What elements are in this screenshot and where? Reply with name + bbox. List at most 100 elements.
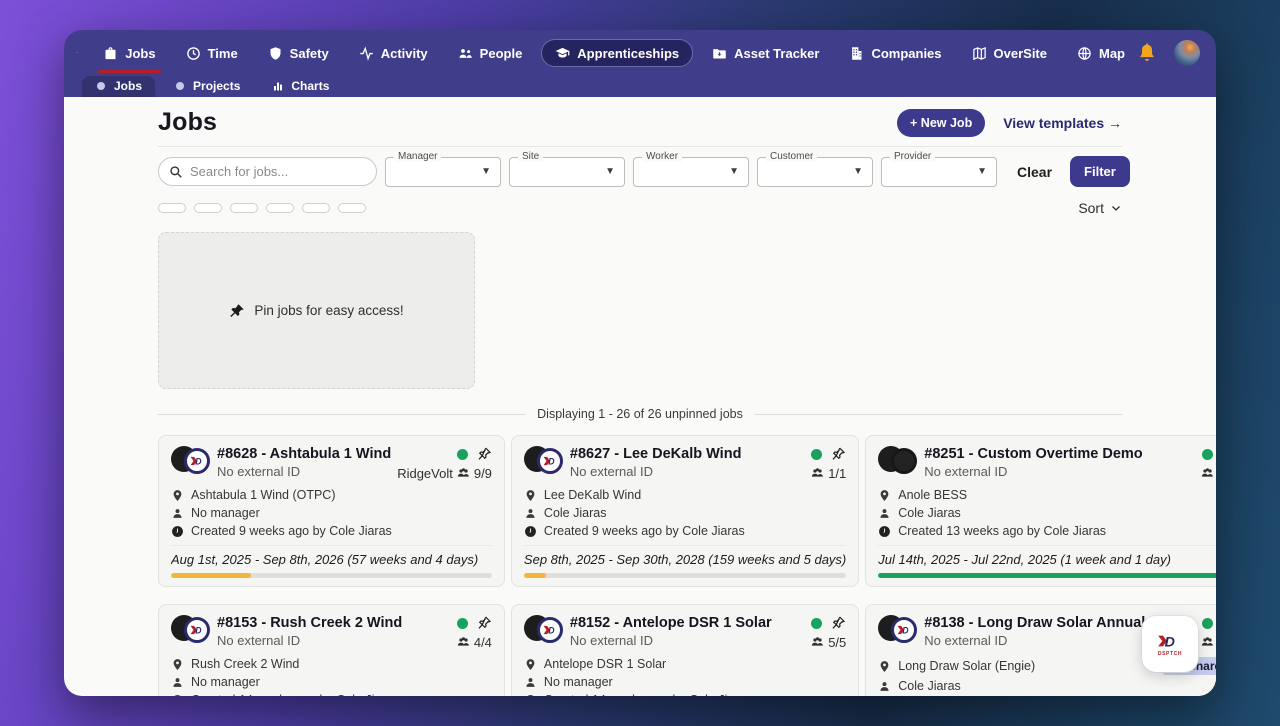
job-manager-row: No manager: [524, 675, 846, 689]
manager-icon: [878, 680, 891, 693]
nav-tab-icon: [268, 46, 283, 61]
widget-label: DSPTCH: [1157, 650, 1183, 657]
pushpin-icon: [229, 303, 245, 319]
crew-icon: [1200, 635, 1215, 650]
nav-tab[interactable]: Asset Tracker: [701, 30, 830, 76]
pin-jobs-area: Pin jobs for easy access!: [158, 232, 475, 389]
user-avatar[interactable]: [1174, 40, 1200, 66]
dispatch-widget-button[interactable]: D DSPTCH: [1142, 616, 1198, 672]
job-created-row: Created 9 weeks ago by Cole Jiaras: [524, 524, 846, 538]
status-pill[interactable]: [194, 203, 222, 213]
pin-job-icon[interactable]: [476, 615, 492, 631]
nav-tab[interactable]: Map: [1066, 30, 1136, 76]
job-card[interactable]: D #8153 - Rush Creek 2 Wind No external …: [158, 604, 505, 696]
job-card[interactable]: D #8627 - Lee DeKalb Wind No external ID: [510, 435, 860, 587]
subnav-item[interactable]: Jobs: [82, 76, 156, 97]
subnav-item[interactable]: Projects: [161, 76, 253, 97]
filter-button[interactable]: Filter: [1070, 156, 1130, 187]
pin-job-icon[interactable]: [830, 446, 846, 462]
search-input[interactable]: [190, 164, 366, 179]
manager-icon: [524, 507, 537, 520]
nav-tab-icon: [458, 46, 473, 61]
filter-dropdown[interactable]: Manager ▼: [385, 150, 501, 187]
dispatch-avatar-icon: D: [184, 617, 210, 643]
new-job-button[interactable]: + New Job: [897, 108, 986, 137]
job-title: #8251 - Custom Overtime Demo: [924, 446, 1143, 462]
dispatch-avatar-icon: [891, 448, 918, 474]
job-site: Lee DeKalb Wind: [543, 488, 642, 502]
nav-tab-label: Companies: [871, 45, 942, 61]
nav-tab[interactable]: People: [447, 30, 534, 76]
job-site: Rush Creek 2 Wind: [191, 657, 300, 671]
status-pill[interactable]: [302, 203, 330, 213]
chevron-down-icon: ▼: [729, 166, 739, 177]
svg-text:D: D: [903, 626, 910, 636]
job-site: Ashtabula 1 Wind (OTPC): [191, 488, 336, 502]
svg-text:D: D: [548, 626, 555, 636]
job-site-row: Antelope DSR 1 Solar: [524, 657, 846, 671]
job-date-range: Jul 14th, 2025 - Jul 22nd, 2025 (1 week …: [878, 552, 1171, 567]
nav-right: [1136, 40, 1200, 66]
nav-tab-label: Activity: [380, 45, 428, 61]
job-card[interactable]: D #8152 - Antelope DSR 1 Solar No extern…: [510, 604, 860, 696]
dispatch-avatar-icon: D: [184, 448, 210, 474]
status-pill[interactable]: [230, 203, 258, 213]
subnav-item-label: Projects: [193, 79, 241, 93]
filter-dropdown[interactable]: Worker ▼: [633, 150, 749, 187]
pin-job-icon[interactable]: [476, 446, 492, 462]
job-created-row: Created 13 weeks ago by Cole Jiaras: [878, 524, 1216, 538]
status-dot: [1201, 617, 1213, 629]
nav-tab[interactable]: Safety: [257, 30, 340, 76]
dispatch-logo-icon[interactable]: D: [76, 38, 78, 68]
crew-count: 9/9: [473, 466, 492, 481]
job-manager: No manager: [191, 506, 260, 520]
job-avatar: D: [171, 615, 211, 643]
nav-tab-label: Jobs: [125, 45, 156, 61]
svg-text:D: D: [1165, 634, 1175, 650]
filter-dropdown[interactable]: Provider ▼: [881, 150, 997, 187]
nav-tab[interactable]: Jobs: [92, 30, 166, 76]
filter-dropdown[interactable]: Site ▼: [509, 150, 625, 187]
filter-dropdowns: Manager ▼ Site ▼ Worker ▼ Customer ▼ Pro…: [385, 150, 997, 187]
list-divider: Displaying 1 - 26 of 26 unpinned jobs: [158, 407, 1123, 421]
title-row: Jobs + New Job View templates →: [158, 108, 1122, 137]
location-icon: [524, 489, 537, 502]
nav-tab-icon: [712, 46, 727, 61]
status-pills: [158, 203, 1078, 213]
job-card[interactable]: D #8628 - Ashtabula 1 Wind No external I…: [158, 435, 505, 587]
nav-tab-icon: [103, 46, 118, 61]
subnav-item[interactable]: Charts: [259, 76, 342, 97]
filter-row: Manager ▼ Site ▼ Worker ▼ Customer ▼ Pro…: [158, 150, 1130, 187]
status-dot: [456, 448, 468, 460]
clear-button[interactable]: Clear: [1017, 164, 1052, 180]
sort-label: Sort: [1078, 200, 1104, 216]
nav-tab[interactable]: Apprenticeships: [541, 39, 694, 67]
nav-tab[interactable]: Companies: [838, 30, 952, 76]
dropdown-label: Provider: [890, 150, 936, 162]
job-created-row: Created 14 weeks ago by Cole Jiaras: [524, 693, 846, 696]
view-templates-link[interactable]: View templates →: [1003, 115, 1122, 131]
job-title: #8153 - Rush Creek 2 Wind: [217, 615, 403, 631]
job-date-range: Aug 1st, 2025 - Sep 8th, 2026 (57 weeks …: [171, 552, 479, 567]
status-pill[interactable]: [266, 203, 294, 213]
filter-dropdown[interactable]: Customer ▼: [757, 150, 873, 187]
notifications-bell-icon[interactable]: [1136, 42, 1158, 64]
job-card-header: D #8153 - Rush Creek 2 Wind No external …: [171, 615, 492, 650]
manager-icon: [878, 507, 891, 520]
sort-control[interactable]: Sort: [1078, 200, 1122, 216]
location-icon: [878, 489, 891, 502]
nav-tab[interactable]: Activity: [348, 30, 439, 76]
job-card[interactable]: #8251 - Custom Overtime Demo No external…: [865, 435, 1216, 587]
nav-tab-icon: [555, 46, 570, 61]
nav-tab[interactable]: Time: [175, 30, 249, 76]
status-dot: [811, 617, 823, 629]
pin-job-icon[interactable]: [830, 615, 846, 631]
job-external-id: No external ID: [217, 464, 301, 479]
job-avatar: [878, 446, 918, 474]
clock-icon: [524, 525, 537, 538]
status-pill[interactable]: [338, 203, 366, 213]
nav-tab-label: OverSite: [993, 45, 1047, 61]
nav-tab[interactable]: OverSite: [961, 30, 1058, 76]
job-dates-section: Sep 8th, 2025 - Sep 30th, 2028 (159 week…: [523, 545, 847, 578]
status-pill[interactable]: [158, 203, 186, 213]
